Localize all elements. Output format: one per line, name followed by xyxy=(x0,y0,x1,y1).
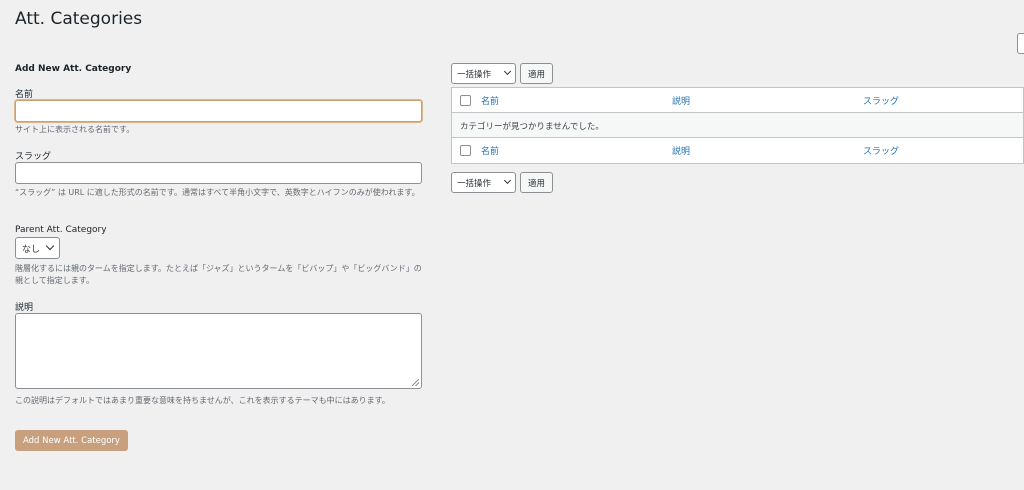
empty-message: カテゴリーが見つかりませんでした。 xyxy=(460,122,604,132)
apply-button-bottom[interactable]: 適用 xyxy=(520,172,554,193)
slug-help: “スラッグ” は URL に適した形式の名前です。通常はすべて半角小文字で、英数… xyxy=(15,188,420,197)
page-title: Att. Categories xyxy=(15,9,143,29)
resize-handle-icon[interactable] xyxy=(412,379,419,386)
name-input[interactable] xyxy=(15,100,422,122)
screen-options-toggle[interactable] xyxy=(1017,33,1024,54)
name-help: サイト上に表示される名前です。 xyxy=(15,125,135,134)
description-label: 説明 xyxy=(15,303,34,313)
parent-label: Parent Att. Category xyxy=(15,225,107,235)
bulk-action-label: 一括操作 xyxy=(457,69,492,80)
chevron-down-icon xyxy=(503,67,512,76)
description-help: この説明はデフォルトではあまり重要な意味を持ちませんが、これを表示するテーマも中… xyxy=(15,396,390,405)
apply-button-top[interactable]: 適用 xyxy=(520,63,554,84)
parent-select-value: なし xyxy=(22,244,41,255)
table-footer-row: 名前 説明 スラッグ xyxy=(452,138,1023,163)
bulk-actions-top: 一括操作 適用 xyxy=(451,63,554,85)
parent-select[interactable]: なし xyxy=(15,237,60,259)
select-all-checkbox[interactable] xyxy=(460,95,471,106)
description-textarea[interactable] xyxy=(15,313,422,389)
bulk-action-label: 一括操作 xyxy=(457,178,492,189)
select-all-checkbox-footer[interactable] xyxy=(460,145,471,156)
slug-input[interactable] xyxy=(15,162,422,184)
parent-help: 階層化するには親のタームを指定します。たとえば「ジャズ」というタームを「ビバップ… xyxy=(15,264,422,285)
column-slug-link-footer[interactable]: スラッグ xyxy=(863,144,899,157)
column-name-link[interactable]: 名前 xyxy=(481,94,499,107)
table-row: カテゴリーが見つかりませんでした。 xyxy=(452,113,1023,138)
add-new-category-button[interactable]: Add New Att. Category xyxy=(15,430,128,451)
name-label: 名前 xyxy=(15,90,34,100)
column-description-link-footer[interactable]: 説明 xyxy=(672,144,690,157)
table-header-row: 名前 説明 スラッグ xyxy=(452,88,1023,113)
form-heading: Add New Att. Category xyxy=(15,64,132,74)
terms-table: 名前 説明 スラッグ カテゴリーが見つかりませんでした。 名前 説明 スラッグ xyxy=(451,87,1024,164)
bulk-action-select-top[interactable]: 一括操作 xyxy=(451,63,516,84)
chevron-down-icon xyxy=(503,176,512,185)
column-slug-link[interactable]: スラッグ xyxy=(863,94,899,107)
slug-label: スラッグ xyxy=(15,152,52,162)
bulk-actions-bottom: 一括操作 適用 xyxy=(451,172,554,194)
column-name-link-footer[interactable]: 名前 xyxy=(481,144,499,157)
column-description-link[interactable]: 説明 xyxy=(672,94,690,107)
bulk-action-select-bottom[interactable]: 一括操作 xyxy=(451,172,516,193)
chevron-down-icon xyxy=(45,241,55,251)
